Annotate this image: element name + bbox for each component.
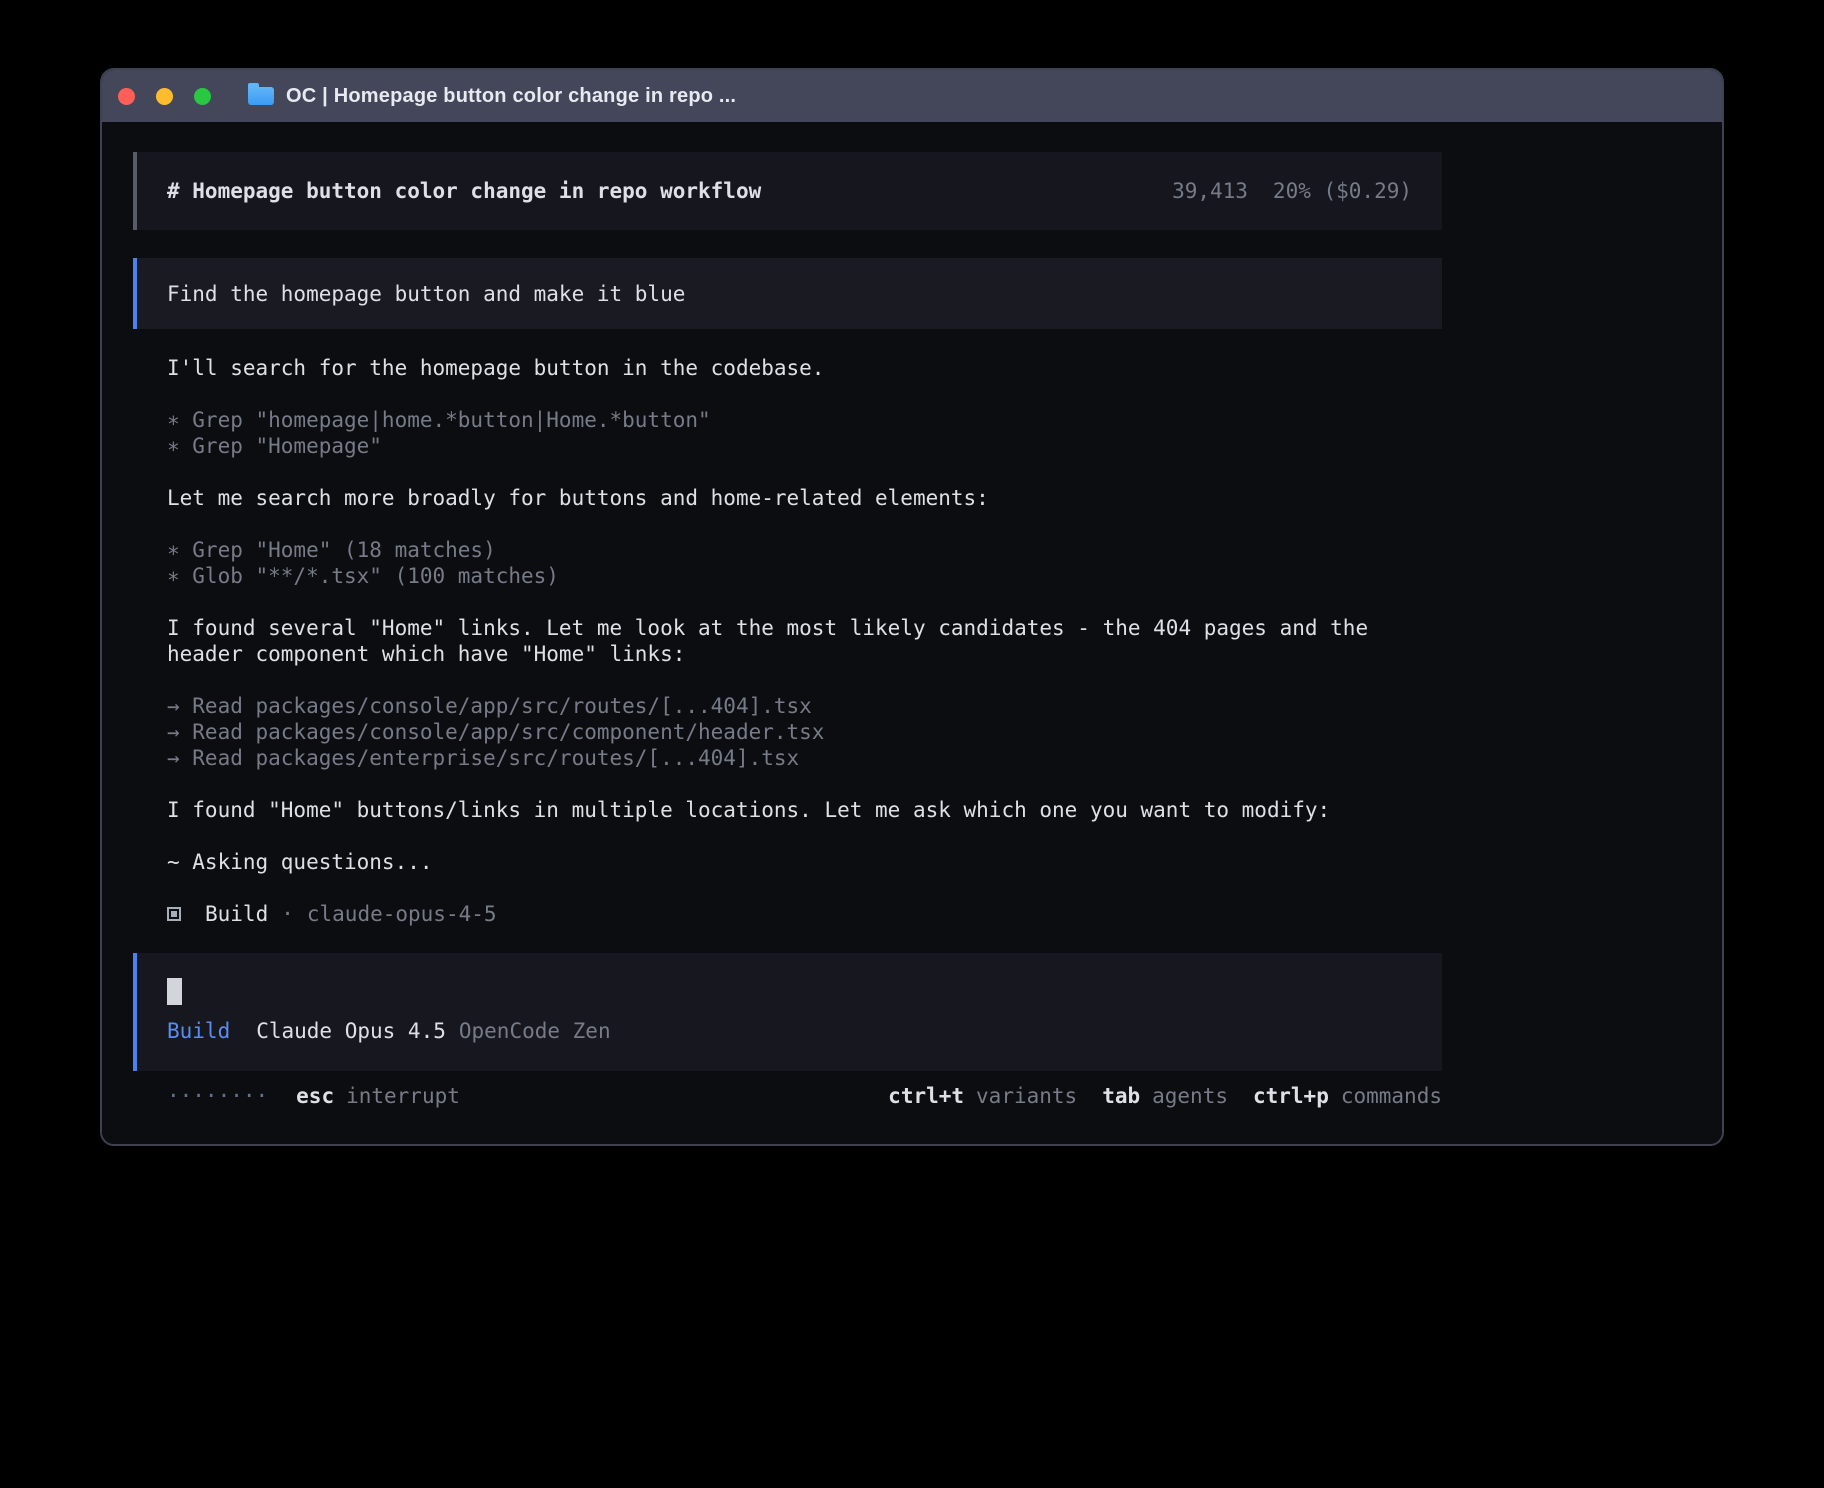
- hint-key: tab: [1102, 1084, 1140, 1108]
- hint-label: commands: [1341, 1084, 1442, 1108]
- token-count: 39,413: [1172, 179, 1248, 203]
- session-header: # Homepage button color change in repo w…: [133, 152, 1442, 230]
- assistant-text: I found several "Home" links. Let me loo…: [133, 615, 1442, 667]
- tool-call-line: ∗ Grep "homepage|home.*button|Home.*butt…: [167, 407, 1442, 433]
- hint-key: ctrl+p: [1253, 1084, 1329, 1108]
- spinner-dots: ········: [167, 1083, 268, 1109]
- traffic-lights: [118, 88, 232, 105]
- file-read-line: → Read packages/console/app/src/routes/[…: [167, 693, 1442, 719]
- agent-icon: [167, 907, 181, 921]
- titlebar[interactable]: OC | Homepage button color change in rep…: [102, 70, 1722, 122]
- folder-icon: [248, 87, 274, 105]
- zoom-button[interactable]: [194, 88, 211, 105]
- user-message: Find the homepage button and make it blu…: [133, 258, 1442, 329]
- hint-agents: tab agents: [1102, 1083, 1228, 1109]
- working-status: ~ Asking questions...: [133, 849, 1442, 875]
- session-title: # Homepage button color change in repo w…: [167, 178, 761, 204]
- file-read-line: → Read packages/enterprise/src/routes/[.…: [167, 745, 1442, 771]
- hint-label: variants: [976, 1084, 1077, 1108]
- agent-separator: ·: [281, 901, 294, 927]
- file-read-group: → Read packages/console/app/src/routes/[…: [133, 693, 1442, 771]
- input-provider: OpenCode Zen: [459, 1018, 611, 1044]
- agent-model: claude-opus-4-5: [307, 901, 497, 927]
- minimize-button[interactable]: [156, 88, 173, 105]
- assistant-text: I'll search for the homepage button in t…: [133, 355, 1442, 381]
- tool-call-group: ∗ Grep "homepage|home.*button|Home.*butt…: [133, 407, 1442, 459]
- hint-commands: ctrl+p commands: [1253, 1083, 1442, 1109]
- text-cursor: [167, 978, 182, 1005]
- hint-variants: ctrl+t variants: [888, 1083, 1077, 1109]
- esc-key: esc: [296, 1083, 334, 1109]
- hint-key: ctrl+t: [888, 1084, 964, 1108]
- interrupt-label: interrupt: [346, 1083, 460, 1109]
- agent-name: Build: [205, 901, 268, 927]
- assistant-text: I found "Home" buttons/links in multiple…: [133, 797, 1442, 823]
- prompt-input[interactable]: Build Claude Opus 4.5 OpenCode Zen: [133, 953, 1442, 1071]
- terminal-body: # Homepage button color change in repo w…: [102, 122, 1722, 1146]
- context-usage: 20% ($0.29): [1273, 179, 1412, 203]
- agent-status-line: Build · claude-opus-4-5: [133, 901, 1442, 927]
- terminal-window: OC | Homepage button color change in rep…: [100, 68, 1724, 1146]
- close-button[interactable]: [118, 88, 135, 105]
- hint-label: agents: [1152, 1084, 1228, 1108]
- input-mode[interactable]: Build: [167, 1018, 230, 1044]
- session-meta: 39,413 20% ($0.29): [1147, 178, 1412, 204]
- tool-call-group: ∗ Grep "Home" (18 matches) ∗ Glob "**/*.…: [133, 537, 1442, 589]
- tool-call-line: ∗ Grep "Homepage": [167, 433, 1442, 459]
- window-title: OC | Homepage button color change in rep…: [286, 85, 736, 108]
- tool-call-line: ∗ Glob "**/*.tsx" (100 matches): [167, 563, 1442, 589]
- statusbar: ········ esc interrupt ctrl+t variants ta…: [133, 1083, 1442, 1109]
- input-model[interactable]: Claude Opus 4.5: [256, 1018, 446, 1044]
- file-read-line: → Read packages/console/app/src/componen…: [167, 719, 1442, 745]
- tool-call-line: ∗ Grep "Home" (18 matches): [167, 537, 1442, 563]
- user-message-text: Find the homepage button and make it blu…: [167, 281, 685, 307]
- assistant-text: Let me search more broadly for buttons a…: [133, 485, 1442, 511]
